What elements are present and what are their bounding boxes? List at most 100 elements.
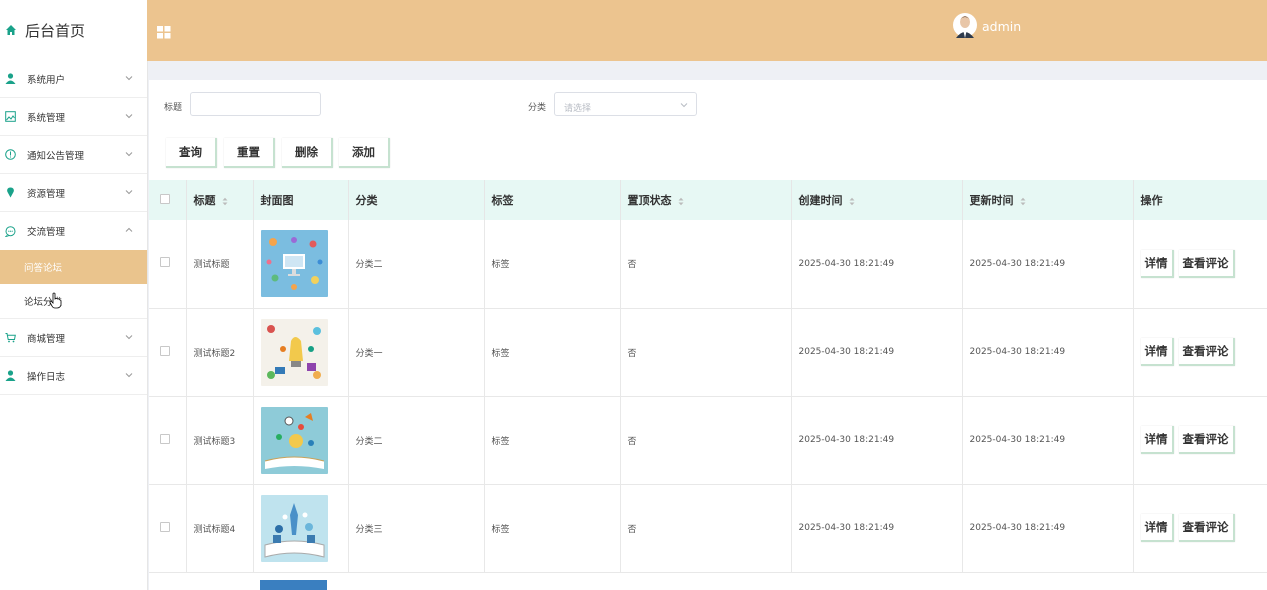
sidebar-item-label: 操作日志	[27, 371, 66, 383]
delete-button[interactable]: 删除	[282, 138, 333, 168]
sort-icon[interactable]	[222, 197, 228, 206]
view-comments-button[interactable]: 查看评论	[1178, 426, 1235, 454]
select-all-cell	[149, 180, 187, 220]
grid-menu-icon[interactable]	[157, 26, 171, 39]
category-cell: 分类二	[348, 220, 485, 309]
sidebar-item-label: 通知公告管理	[27, 150, 85, 162]
sidebar-item-operation-log[interactable]: 操作日志	[0, 357, 147, 395]
top-header: admin	[147, 0, 1267, 61]
select-all-checkbox[interactable]	[160, 193, 170, 204]
actions-cell: 详情 查看评论	[1133, 484, 1267, 573]
actions-cell: 详情 查看评论	[1133, 396, 1267, 485]
user-icon	[5, 370, 16, 381]
row-checkbox[interactable]	[160, 433, 170, 444]
sort-icon[interactable]	[849, 197, 855, 206]
title-filter-input[interactable]	[190, 92, 321, 116]
query-button[interactable]: 查询	[166, 138, 217, 168]
row-checkbox[interactable]	[160, 521, 170, 532]
cover-image[interactable]	[260, 318, 328, 386]
search-form: 标题 分类 请选择	[149, 92, 1267, 118]
cover-image[interactable]	[260, 230, 328, 298]
sidebar-item-resources[interactable]: 资源管理	[0, 174, 147, 212]
category-cell: 分类三	[348, 484, 485, 573]
view-comments-button[interactable]: 查看评论	[1178, 514, 1235, 542]
brand-title: 后台首页	[25, 21, 86, 40]
pinned-cell: 否	[620, 220, 792, 309]
hand-cursor-icon	[49, 292, 62, 309]
created-cell: 2025-04-30 18:21:49	[791, 220, 963, 309]
view-comments-button[interactable]: 查看评论	[1178, 338, 1235, 366]
detail-button[interactable]: 详情	[1140, 338, 1174, 366]
detail-button[interactable]: 详情	[1140, 514, 1174, 542]
main-panel: 标题 分类 请选择 查询 重置 删除 添加 标题 封面图 分类 标签 置顶状态 …	[149, 80, 1267, 590]
column-header: 分类	[348, 180, 485, 220]
sidebar-item-notices[interactable]: 通知公告管理	[0, 136, 147, 174]
sidebar: 后台首页 系统用户 系统管理 通知公告管理 资源管理 交流管理 问答论坛 论坛分…	[0, 0, 148, 590]
updated-cell: 2025-04-30 18:21:49	[962, 220, 1134, 309]
location-pin-icon	[5, 187, 16, 198]
chevron-down-icon	[680, 103, 688, 108]
updated-cell: 2025-04-30 18:21:49	[962, 308, 1134, 397]
chat-bubble-icon	[5, 225, 16, 237]
cover-image-partial	[260, 580, 327, 590]
column-header[interactable]: 更新时间	[962, 180, 1134, 220]
chevron-down-icon	[125, 114, 133, 119]
image-icon	[5, 111, 16, 122]
sort-icon[interactable]	[678, 197, 684, 206]
username[interactable]: admin	[982, 19, 1021, 34]
sidebar-item-label: 资源管理	[27, 188, 66, 200]
checkbox-cell	[149, 484, 187, 573]
detail-button[interactable]: 详情	[1140, 249, 1174, 278]
sidebar-item-communication[interactable]: 交流管理	[0, 212, 147, 250]
created-cell: 2025-04-30 18:21:49	[791, 396, 963, 485]
chevron-down-icon	[125, 76, 133, 81]
updated-cell: 2025-04-30 18:21:49	[962, 396, 1134, 485]
pinned-cell: 否	[620, 484, 792, 573]
created-cell: 2025-04-30 18:21:49	[791, 308, 963, 397]
cover-cell	[253, 308, 349, 397]
table-header-row: 标题 封面图 分类 标签 置顶状态 创建时间 更新时间 操作	[149, 180, 1267, 220]
sidebar-subitem-qa-forum[interactable]: 问答论坛	[0, 250, 147, 284]
checkbox-cell	[149, 396, 187, 485]
column-header[interactable]: 置顶状态	[620, 180, 792, 220]
tag-cell: 标签	[484, 220, 621, 309]
table-row: 测试标题 分类二 标签 否 2025-04-30 18:21:49 2025-0…	[149, 220, 1267, 309]
avatar[interactable]	[953, 12, 977, 38]
title-cell: 测试标题2	[186, 308, 254, 397]
cart-icon	[5, 332, 16, 343]
forum-table: 标题 封面图 分类 标签 置顶状态 创建时间 更新时间 操作 测试标题 分类二 …	[149, 180, 1267, 573]
row-checkbox[interactable]	[160, 257, 170, 268]
tag-cell: 标签	[484, 396, 621, 485]
sidebar-item-label: 系统管理	[27, 112, 66, 124]
category-select-placeholder: 请选择	[564, 104, 592, 114]
sort-icon[interactable]	[1020, 197, 1026, 206]
created-cell: 2025-04-30 18:21:49	[791, 484, 963, 573]
sidebar-item-system-users[interactable]: 系统用户	[0, 60, 147, 98]
cover-cell	[253, 220, 349, 309]
table-row: 测试标题4 分类三 标签 否 2025-04-30 18:21:49 2025-…	[149, 484, 1267, 573]
table-row: 测试标题2 分类一 标签 否 2025-04-30 18:21:49 2025-…	[149, 308, 1267, 397]
actions-cell: 详情 查看评论	[1133, 220, 1267, 309]
detail-button[interactable]: 详情	[1140, 426, 1174, 454]
cover-cell	[253, 396, 349, 485]
column-header[interactable]: 创建时间	[791, 180, 963, 220]
updated-cell: 2025-04-30 18:21:49	[962, 484, 1134, 573]
row-checkbox[interactable]	[160, 345, 170, 356]
communication-submenu: 问答论坛 论坛分类	[0, 250, 147, 319]
category-filter-label: 分类	[528, 103, 547, 113]
category-cell: 分类二	[348, 396, 485, 485]
sidebar-item-system-management[interactable]: 系统管理	[0, 98, 147, 136]
category-select[interactable]: 请选择	[554, 92, 697, 116]
view-comments-button[interactable]: 查看评论	[1178, 249, 1235, 278]
add-button[interactable]: 添加	[339, 138, 390, 168]
tag-cell: 标签	[484, 308, 621, 397]
sidebar-subitem-forum-category[interactable]: 论坛分类	[0, 284, 147, 318]
column-header[interactable]: 标题	[186, 180, 254, 220]
cover-image[interactable]	[260, 494, 328, 562]
sidebar-brand[interactable]: 后台首页	[0, 0, 147, 60]
table-row: 测试标题3 分类二 标签 否 2025-04-30 18:21:49 2025-…	[149, 396, 1267, 485]
sidebar-item-mall[interactable]: 商城管理	[0, 319, 147, 357]
cover-image[interactable]	[260, 406, 328, 474]
reset-button[interactable]: 重置	[224, 138, 275, 168]
sidebar-item-label: 交流管理	[27, 227, 66, 238]
